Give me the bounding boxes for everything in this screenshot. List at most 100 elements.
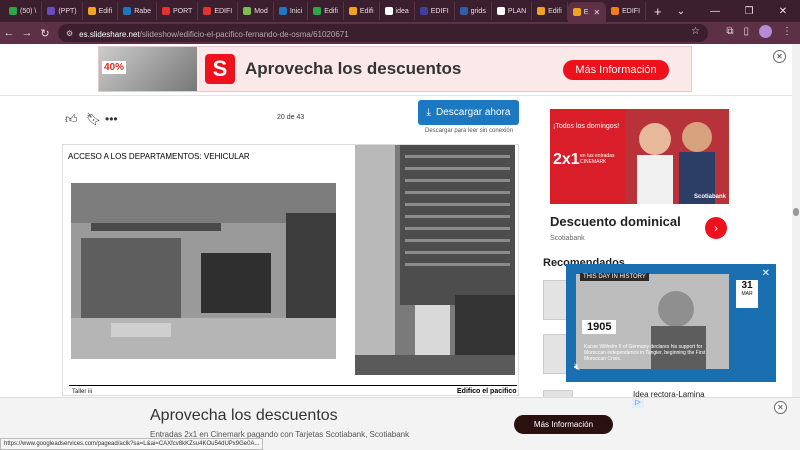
divider [0, 95, 800, 96]
side-panel-icon[interactable]: ▯ [743, 26, 749, 37]
slide-photo-building [355, 145, 515, 375]
browser-tab[interactable]: Edifi [532, 2, 568, 20]
browser-tab[interactable]: PLAN [492, 2, 533, 20]
ad-thumbnail: 40% [99, 47, 197, 91]
download-button[interactable]: ⤓ Descargar ahora [418, 100, 519, 125]
browser-tab[interactable]: idea [380, 2, 415, 20]
tab-search-icon[interactable]: ⌄ [664, 6, 698, 17]
bookmark-star-icon[interactable]: ☆ [691, 26, 700, 37]
browser-tab[interactable]: grids [455, 2, 492, 20]
tab-favicon-icon [572, 8, 581, 16]
bottom-ad-headline: Aprovecha los descuentos [150, 407, 338, 424]
download-label: Descargar ahora [435, 107, 511, 118]
tab-favicon-icon [123, 7, 132, 15]
browser-tab[interactable]: PORT [157, 2, 199, 20]
scroll-thumb[interactable] [793, 208, 799, 216]
tab-list: (50) \ (PPT) Edifi Rabe PORT EDIFI Mod Inici Edi… [4, 0, 647, 22]
browser-tab[interactable]: (50) \ [4, 2, 43, 20]
window-controls: ⌄ — ❐ ✕ [664, 0, 800, 22]
browser-tab[interactable]: Inici [274, 2, 309, 20]
side-ad-arrow-icon[interactable]: › [705, 217, 727, 239]
tab-label: PORT [172, 7, 193, 15]
tab-label: EDIFI [622, 7, 641, 15]
more-options-icon[interactable]: ••• [105, 112, 118, 126]
tab-favicon-icon [496, 7, 505, 15]
ad-cta-button[interactable]: Más Información [563, 60, 669, 80]
side-ad-advertiser: Scotiabank [550, 235, 585, 242]
mute-icon[interactable]: 🔇︎ [574, 362, 580, 373]
address-bar[interactable]: ⚙ es.slideshare.net/slideshow/edificio-e… [58, 24, 708, 42]
browser-tab[interactable]: EDIFI [198, 2, 239, 20]
side-ad-line1: ¡Todos los domingos! [553, 123, 620, 130]
tab-label: idea [395, 7, 409, 15]
side-ad-banner: ¡Todos los domingos! 2x1 en tus entradas… [550, 109, 729, 204]
tab-label: EDIFI [430, 7, 449, 15]
maximize-icon[interactable]: ❐ [732, 6, 766, 17]
status-bar-url: https://www.googleadservices.com/pagead/… [0, 438, 264, 450]
extensions-icon[interactable]: ⧉ [726, 26, 733, 37]
side-ad-photo [625, 109, 729, 204]
browser-tab[interactable]: Edifi [344, 2, 380, 20]
toolbar-actions: ⧉ ▯ ⋮ [726, 25, 792, 38]
close-window-icon[interactable]: ✕ [766, 6, 800, 17]
slide-viewer[interactable]: ACCESO A LOS DEPARTAMENTOS: VEHICULAR [62, 144, 519, 396]
history-video-overlay[interactable]: THIS DAY IN HISTORY 31 MAR 1905 Kaiser W… [566, 264, 776, 382]
tab-label: Edifi [324, 7, 338, 15]
video-caption: Kaiser Wilhelm II of Germany declares hi… [584, 344, 706, 362]
browser-toolbar: ← → ↻ ⚙ es.slideshare.net/slideshow/edif… [0, 22, 800, 44]
url-host: es.slideshare.net [79, 30, 140, 39]
menu-icon[interactable]: ⋮ [782, 26, 792, 37]
forward-icon[interactable]: → [18, 27, 36, 39]
browser-tab[interactable]: EDIFI [606, 2, 647, 20]
close-top-ad-icon[interactable]: ✕ [773, 50, 786, 63]
browser-tab[interactable]: Edifi [308, 2, 344, 20]
browser-tab[interactable]: Edifi [83, 2, 119, 20]
video-month: MAR [741, 291, 753, 297]
browser-tab[interactable]: Mod [238, 2, 274, 20]
tab-label: E [583, 8, 589, 16]
ad-headline: Aprovecha los descuentos [245, 59, 462, 78]
tab-favicon-icon [419, 7, 428, 15]
tab-favicon-icon [278, 7, 287, 15]
page-scrollbar[interactable] [792, 44, 800, 450]
bottom-ad-cta-button[interactable]: Más Información [514, 415, 613, 434]
tab-favicon-icon [243, 7, 252, 15]
ad-info-icon[interactable]: ▷ [632, 398, 644, 408]
tab-favicon-icon [87, 7, 96, 15]
tab-label: Edifi [98, 7, 113, 15]
slide-footer-left: Taller iii [72, 389, 93, 395]
like-icon[interactable]: 👍︎ [65, 112, 78, 127]
tab-label: PLAN [507, 7, 527, 15]
tab-favicon-icon [47, 7, 56, 15]
reload-icon[interactable]: ↻ [36, 27, 54, 40]
tab-label: grids [470, 7, 486, 15]
tab-label: (50) \ [20, 7, 37, 15]
top-banner-ad[interactable]: 40% S Aprovecha los descuentos Más Infor… [98, 46, 692, 92]
slide-footer-line [69, 385, 517, 386]
download-subtext: Descargar para leer sin conexión [425, 128, 514, 134]
tab-label: Rabe [134, 7, 151, 15]
close-tab-icon[interactable]: ✕ [593, 8, 600, 17]
tab-favicon-icon [459, 7, 468, 15]
profile-avatar[interactable] [759, 25, 772, 38]
scotiabank-logo-icon: S [205, 54, 235, 84]
minimize-icon[interactable]: — [698, 6, 732, 17]
slide-footer-right: Edifico el pacifico [457, 388, 517, 395]
site-info-icon[interactable]: ⚙ [66, 29, 73, 38]
browser-tab[interactable]: EDIFI [415, 2, 455, 20]
bookmark-icon[interactable]: 🔖︎ [86, 112, 101, 126]
browser-tab[interactable]: E ✕ [567, 2, 607, 22]
tab-favicon-icon [203, 7, 212, 15]
back-icon[interactable]: ← [0, 27, 18, 39]
url-path: /slideshow/edificio-el-pacifico-fernando… [139, 30, 349, 39]
close-video-icon[interactable]: ✕ [762, 268, 770, 279]
ad-discount: 40% [102, 61, 127, 74]
side-ad-brand: Scotiabank [693, 194, 726, 200]
video-date: 31 MAR [736, 280, 758, 308]
tab-label: EDIFI [214, 7, 233, 15]
tab-label: Mod [254, 7, 268, 15]
browser-tab[interactable]: (PPT) [42, 2, 83, 20]
browser-tab[interactable]: Rabe [118, 2, 157, 20]
tab-favicon-icon [9, 7, 17, 15]
close-bottom-ad-icon[interactable]: ✕ [774, 401, 787, 414]
